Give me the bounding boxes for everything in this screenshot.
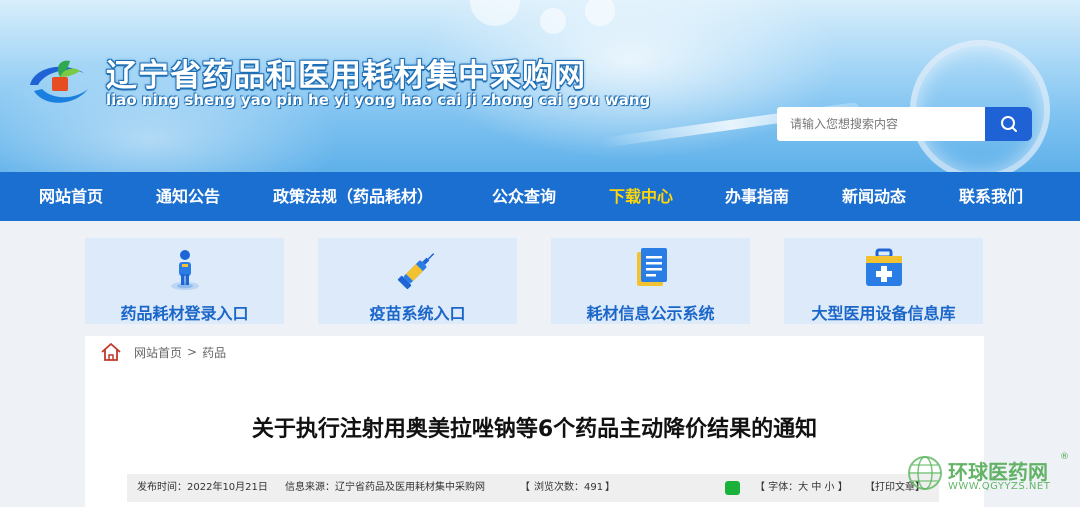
quick-link-drug-login[interactable]: 药品耗材登录入口 (85, 238, 284, 324)
main-nav: 网站首页 通知公告 政策法规（药品耗材） 公众查询 下载中心 办事指南 新闻动态… (0, 172, 1080, 221)
view-count: 浏览次数：491 (534, 482, 604, 493)
quick-link-label: 疫苗系统入口 (369, 304, 466, 323)
nav-item-notices[interactable]: 通知公告 (156, 172, 220, 221)
nav-item-guide[interactable]: 办事指南 (725, 172, 789, 221)
publish-time: 发布时间：2022年10月21日 (137, 482, 268, 493)
syringe-icon (397, 253, 434, 290)
header-banner: 辽宁省药品和医用耗材集中采购网 liao ning sheng yao pin … (0, 0, 1080, 172)
site-title: 辽宁省药品和医用耗材集中采购网 (106, 58, 586, 94)
nav-item-downloads[interactable]: 下载中心 (609, 172, 673, 221)
font-size-control[interactable]: 【 字体：大 中 小 】 (755, 474, 848, 502)
article-title: 关于执行注射用奥美拉唑钠等6个药品主动降价结果的通知 (251, 417, 818, 442)
watermark-registered-mark: ® (1060, 452, 1069, 462)
search-icon (1000, 116, 1017, 132)
page: 辽宁省药品和医用耗材集中采购网 liao ning sheng yao pin … (0, 0, 1080, 507)
site-pinyin: liao ning sheng yao pin he yi yong hao c… (106, 91, 651, 109)
views-open-bracket: 【 (520, 482, 530, 493)
quick-link-label: 耗材信息公示系统 (586, 304, 715, 323)
breadcrumb-home-link[interactable]: 网站首页 (134, 344, 182, 361)
search-box (777, 107, 1032, 141)
globe-watermark-icon (908, 456, 942, 490)
search-input[interactable] (777, 107, 985, 141)
article-meta-bar: 发布时间：2022年10月21日 信息来源：辽宁省药品及医用耗材集中采购网 【 … (127, 474, 939, 502)
quick-link-vaccine[interactable]: 疫苗系统入口 (318, 238, 517, 324)
breadcrumb-current-link[interactable]: 药品 (202, 344, 226, 361)
wechat-share-icon[interactable] (725, 481, 740, 495)
breadcrumb: 网站首页 > 药品 (100, 337, 226, 367)
watermark-url: WWW.QGYYZS.NET (948, 481, 1051, 492)
nav-item-policies[interactable]: 政策法规（药品耗材） (273, 172, 433, 221)
nav-item-home[interactable]: 网站首页 (39, 172, 103, 221)
quick-link-consumables-info[interactable]: 耗材信息公示系统 (551, 238, 750, 324)
info-source: 信息来源：辽宁省药品及医用耗材集中采购网 (285, 482, 485, 493)
nav-item-public-query[interactable]: 公众查询 (492, 172, 556, 221)
medical-kit-icon (865, 248, 902, 286)
views-close-bracket: 】 (605, 482, 615, 493)
quick-link-medical-equipment[interactable]: 大型医用设备信息库 (784, 238, 983, 324)
nav-item-contact[interactable]: 联系我们 (959, 172, 1023, 221)
quick-link-label: 药品耗材登录入口 (120, 304, 249, 323)
nav-item-news[interactable]: 新闻动态 (842, 172, 906, 221)
user-icon (170, 250, 199, 290)
home-icon[interactable] (100, 342, 122, 362)
watermark: 环球医药网 ® WWW.QGYYZS.NET (900, 450, 1080, 507)
document-icon (636, 248, 667, 286)
logo-icon (30, 60, 88, 103)
quick-link-label: 大型医用设备信息库 (811, 304, 956, 323)
breadcrumb-separator: > (187, 345, 198, 359)
search-button[interactable] (985, 107, 1032, 141)
